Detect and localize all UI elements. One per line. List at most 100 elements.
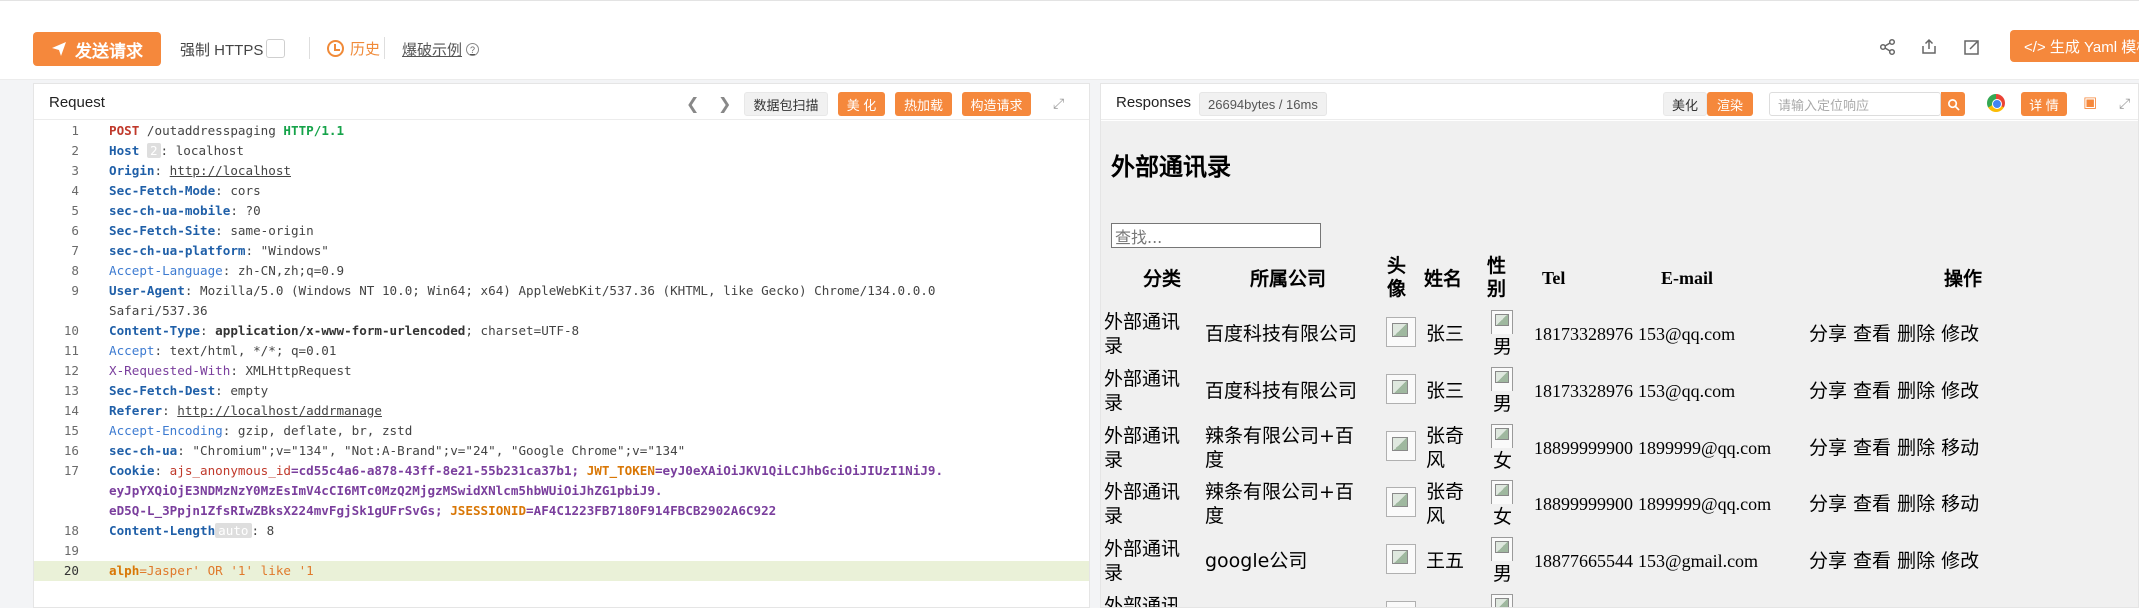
divider bbox=[309, 37, 310, 59]
forward-arrow-icon[interactable]: ❯ bbox=[718, 94, 731, 114]
line-number: 6 bbox=[71, 223, 79, 238]
line-text: alph=Jasper' OR '1' like '1 bbox=[109, 561, 314, 581]
line-text: Accept-Encoding: gzip, deflate, br, zstd bbox=[109, 421, 412, 441]
gender-image bbox=[1491, 310, 1513, 334]
cookie-value: eD5Q-L_3Ppjn1ZfsRIwZBksX224mvFgjSk1gUFrS… bbox=[109, 503, 451, 518]
cookie-value: =cd55c4a6-a878-43ff-8e21-55b231ca37b1; bbox=[291, 463, 587, 478]
fullscreen-icon[interactable]: ⤢ bbox=[1053, 95, 1064, 112]
cookie-value: =AF4C1223FB7180F914FBCB2902A6C922 bbox=[526, 503, 777, 518]
packet-scan-label: 数据包扫描 bbox=[753, 97, 819, 113]
response-beautify-label: 美化 bbox=[1671, 97, 1698, 113]
detail-label: 详 情 bbox=[2029, 97, 2059, 113]
cell-email: 1899999@qq.com bbox=[1638, 494, 1772, 514]
header-name: Cookie bbox=[109, 463, 155, 478]
line-text: Cookie: ajs_anonymous_id=cd55c4a6-a878-4… bbox=[109, 463, 944, 478]
row-actions[interactable]: 分享 查看 删除 修改 bbox=[1809, 549, 1979, 574]
hot-load-button[interactable]: 热加载 bbox=[895, 92, 952, 116]
code-line: 9 User-Agent: Mozilla/5.0 (Windows NT 10… bbox=[34, 281, 1089, 301]
chrome-icon[interactable] bbox=[1987, 94, 2005, 112]
cell-name: 张奇 bbox=[1426, 481, 1465, 503]
cell-name: 风 bbox=[1426, 449, 1446, 471]
avatar-image bbox=[1386, 487, 1416, 517]
beautify-button[interactable]: 美 化 bbox=[838, 92, 885, 116]
search-icon[interactable] bbox=[1941, 92, 1965, 116]
cell-category: 外部通讯 bbox=[1104, 538, 1181, 560]
force-https-checkbox[interactable] bbox=[266, 39, 285, 58]
col-category: 分类 bbox=[1143, 268, 1182, 290]
code-line: 19 bbox=[34, 541, 1089, 561]
code-line: 14 Referer: http://localhost/addrmanage bbox=[34, 401, 1089, 421]
code-line: 3 Origin: http://localhost bbox=[34, 161, 1089, 181]
avatar-image bbox=[1386, 544, 1416, 574]
host-chip: 2 bbox=[146, 143, 161, 158]
line-number: 10 bbox=[63, 323, 79, 338]
col-company: 所属公司 bbox=[1250, 268, 1327, 290]
row-actions[interactable]: 分享 查看 删除 移动 bbox=[1809, 436, 1979, 461]
header-name: Accept bbox=[109, 343, 155, 358]
response-beautify-button[interactable]: 美化 bbox=[1663, 92, 1707, 116]
header-name: Accept-Encoding bbox=[109, 423, 223, 438]
code-line: 16 sec-ch-ua: "Chromium";v="134", "Not:A… bbox=[34, 441, 1089, 461]
edit-icon[interactable] bbox=[1961, 36, 1983, 58]
line-text: sec-ch-ua: "Chromium";v="134", "Not:A-Br… bbox=[109, 441, 685, 461]
export-icon[interactable] bbox=[1918, 36, 1940, 58]
line-text: Content-Type: application/x-www-form-url… bbox=[109, 321, 579, 341]
gender-image bbox=[1491, 594, 1513, 607]
packet-scan-button[interactable]: 数据包扫描 bbox=[744, 92, 828, 116]
header-name: Sec-Fetch-Dest bbox=[109, 383, 216, 398]
header-value: application/x-www-form-urlencoded bbox=[215, 323, 466, 338]
fullscreen-icon[interactable]: ⤢ bbox=[2119, 95, 2130, 112]
row-actions[interactable]: 分享 查看 删除 修改 bbox=[1809, 322, 1979, 347]
response-size-badge: 26694bytes / 16ms bbox=[1199, 92, 1327, 116]
history-button[interactable]: 历史 bbox=[327, 38, 380, 59]
line-text: Safari/537.36 bbox=[109, 303, 208, 318]
code-line: 11 Accept: text/html, */*; q=0.01 bbox=[34, 341, 1089, 361]
line-number: 4 bbox=[71, 183, 79, 198]
header-name: User-Agent bbox=[109, 283, 185, 298]
code-line: 2 Host 2: localhost bbox=[34, 141, 1089, 161]
avatar-image bbox=[1386, 601, 1416, 607]
cell-name: 风 bbox=[1426, 505, 1446, 527]
response-panel: Responses 26694bytes / 16ms 美化 渲染 请输入定位响… bbox=[1100, 83, 2139, 608]
cell-category: 外部通讯 bbox=[1104, 368, 1181, 390]
cell-tel: 18877665544 bbox=[1534, 551, 1633, 571]
row-actions[interactable]: 分享 查看 删除 修改 bbox=[1809, 379, 1979, 404]
generate-yaml-button[interactable]: </> 生成 Yaml 模板 bbox=[2010, 30, 2139, 62]
cell-company: 辣条有限公司+百 bbox=[1205, 481, 1354, 503]
send-request-button[interactable]: 发送请求 bbox=[33, 32, 161, 66]
code-line: 10 Content-Type: application/x-www-form-… bbox=[34, 321, 1089, 341]
header-name: Origin bbox=[109, 163, 155, 178]
http-version: HTTP/1.1 bbox=[283, 123, 345, 138]
back-arrow-icon[interactable]: ❮ bbox=[686, 94, 699, 114]
line-text: X-Requested-With: XMLHttpRequest bbox=[109, 361, 352, 381]
request-header: Request ❮ ❯ 数据包扫描 美 化 热加载 构造请求 ⤢ bbox=[34, 84, 1089, 120]
request-editor[interactable]: 1 POST /outaddresspaging HTTP/1.1 2 Host… bbox=[34, 121, 1089, 608]
cell-company: 百度科技有限公司 bbox=[1205, 380, 1358, 402]
render-button[interactable]: 渲染 bbox=[1707, 92, 1753, 116]
construct-request-button[interactable]: 构造请求 bbox=[962, 92, 1031, 116]
share-icon[interactable] bbox=[1877, 36, 1899, 58]
code-line: 5 sec-ch-ua-mobile: ?0 bbox=[34, 201, 1089, 221]
line-text: POST /outaddresspaging HTTP/1.1 bbox=[109, 121, 344, 141]
request-path: /outaddresspaging bbox=[139, 123, 284, 138]
line-text: Referer: http://localhost/addrmanage bbox=[109, 403, 382, 418]
search-input[interactable]: 查找... bbox=[1111, 223, 1321, 248]
cell-category: 外部通讯 bbox=[1104, 595, 1181, 608]
detail-button[interactable]: 详 情 bbox=[2021, 92, 2067, 116]
auto-chip: auto bbox=[215, 523, 252, 538]
row-actions[interactable]: 分享 查看 删除 移动 bbox=[1809, 492, 1979, 517]
locate-response-placeholder: 请输入定位响应 bbox=[1778, 97, 1870, 113]
rendered-response: 外部通讯录 查找... 分类 所属公司 头 像 姓名 性 别 Tel E-mai… bbox=[1101, 121, 2138, 608]
header-value: : Mozilla/5.0 (Windows NT 10.0; Win64; x… bbox=[184, 283, 936, 298]
header-name: sec-ch-ua-platform bbox=[109, 243, 246, 258]
comment-icon[interactable]: ▣ bbox=[2083, 93, 2097, 111]
line-text: Sec-Fetch-Dest: empty bbox=[109, 381, 268, 401]
header-name: X-Requested-With bbox=[109, 363, 231, 378]
line-number: 13 bbox=[63, 383, 79, 398]
http-method: POST bbox=[109, 123, 140, 138]
cell-company: 度 bbox=[1205, 449, 1225, 471]
line-text: Content-Length auto: 8 bbox=[109, 521, 274, 541]
header-value: : 8 bbox=[251, 523, 275, 538]
brute-force-examples-link[interactable]: 爆破示例 ? bbox=[402, 39, 480, 60]
locate-response-input[interactable]: 请输入定位响应 bbox=[1769, 92, 1941, 116]
